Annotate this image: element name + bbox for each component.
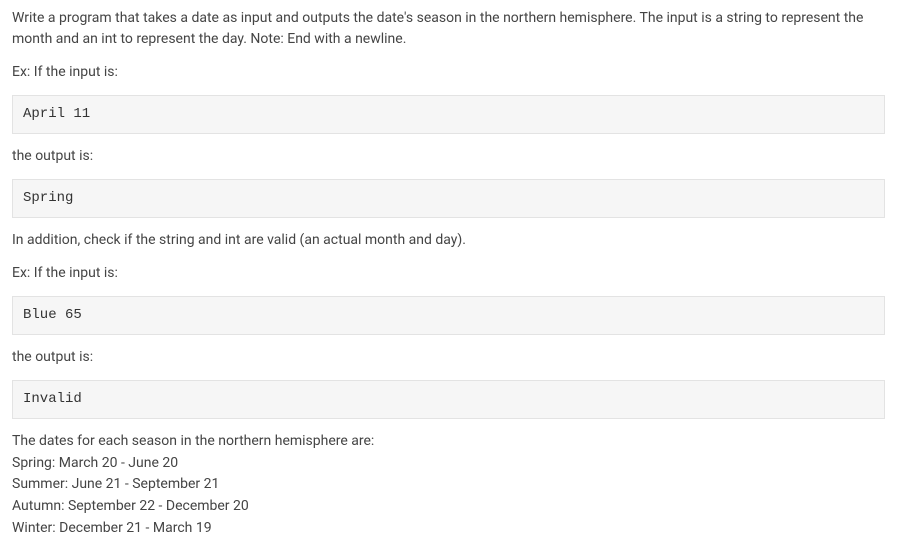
example1-output-code: Spring [12, 179, 885, 218]
example2-input-code: Blue 65 [12, 296, 885, 335]
seasons-heading: The dates for each season in the norther… [12, 431, 885, 453]
season-winter: Winter: December 21 - March 19 [12, 518, 885, 540]
seasons-block: The dates for each season in the norther… [12, 431, 885, 539]
example1-input-code: April 11 [12, 95, 885, 134]
example2-output-label: the output is: [12, 347, 885, 368]
season-autumn: Autumn: September 22 - December 20 [12, 496, 885, 518]
season-summer: Summer: June 21 - September 21 [12, 474, 885, 496]
example2-output-code: Invalid [12, 380, 885, 419]
intro-paragraph: Write a program that takes a date as inp… [12, 8, 885, 50]
example2-input-label: Ex: If the input is: [12, 263, 885, 284]
example1-output-label: the output is: [12, 146, 885, 167]
example1-input-label: Ex: If the input is: [12, 62, 885, 83]
season-spring: Spring: March 20 - June 20 [12, 453, 885, 475]
validation-note: In addition, check if the string and int… [12, 230, 885, 251]
